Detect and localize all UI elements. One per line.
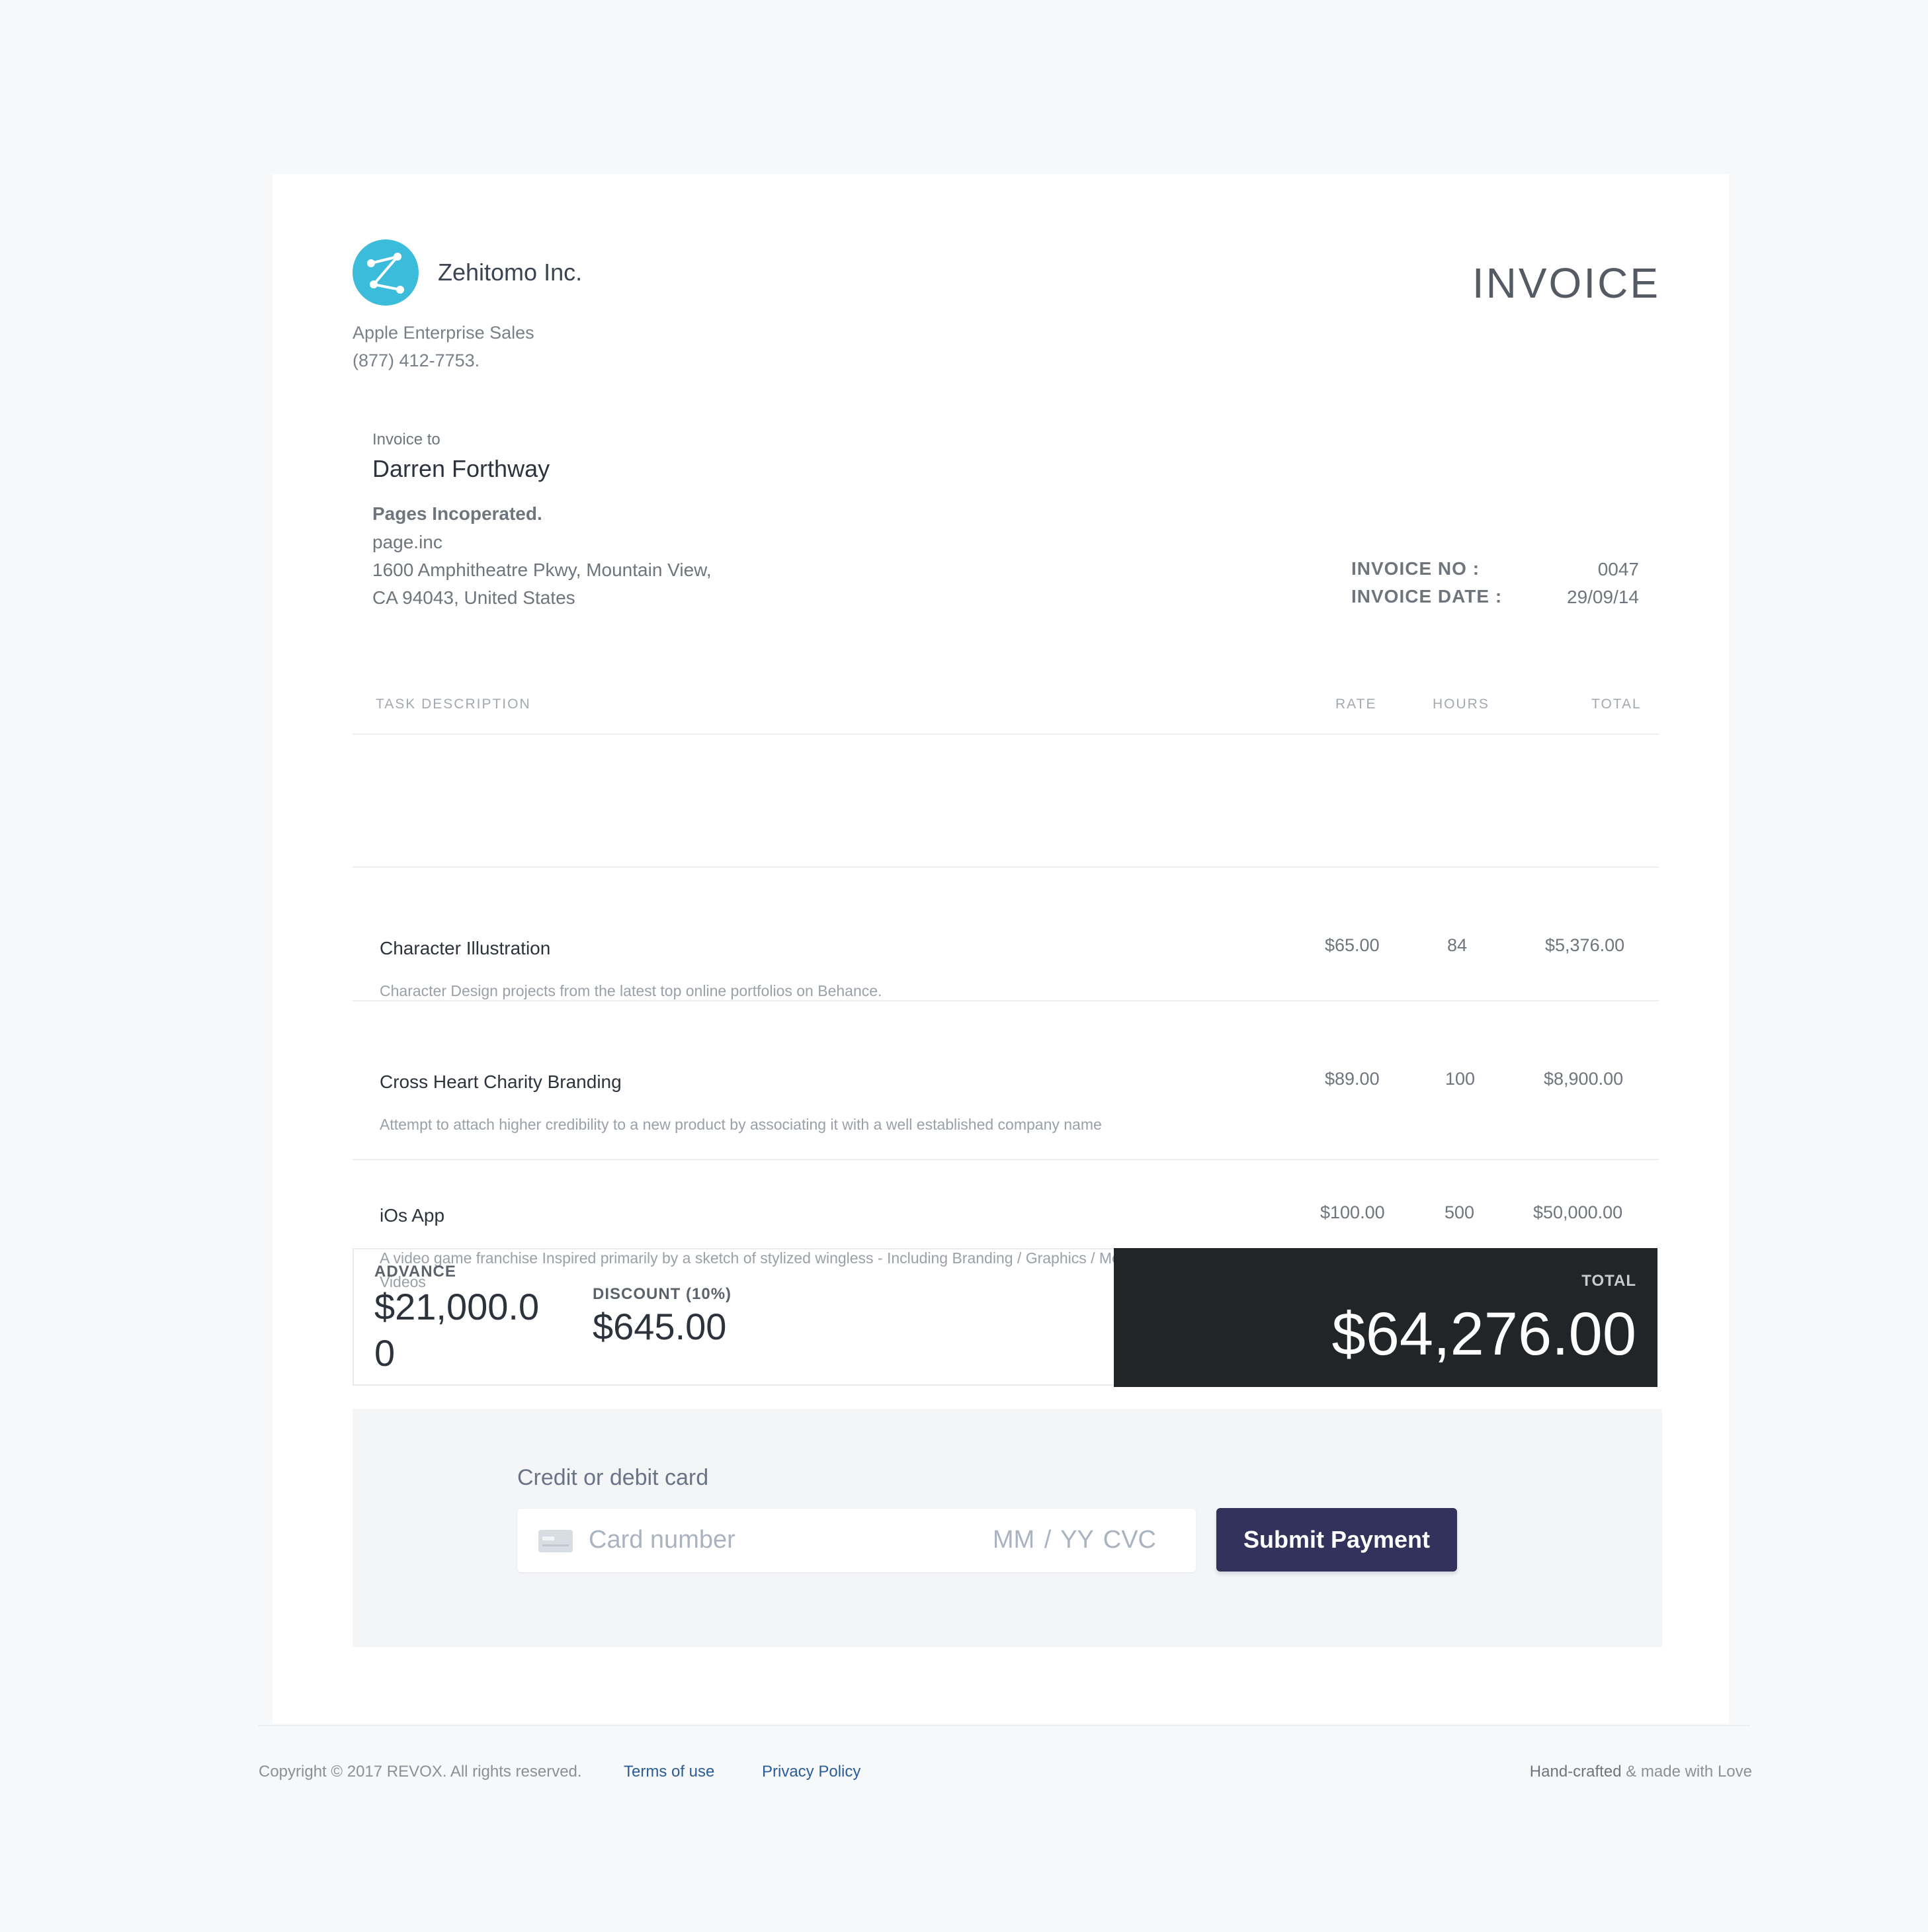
privacy-link[interactable]: Privacy Policy (762, 1763, 860, 1781)
column-header-hours: HOURS (1433, 696, 1489, 712)
client-address-line: 1600 Amphitheatre Pkwy, Mountain View, (372, 560, 712, 580)
card-number-placeholder[interactable]: Card number (589, 1526, 735, 1554)
card-digits (542, 1544, 569, 1546)
payment-panel: Credit or debit card Card number MM / YY… (353, 1409, 1662, 1647)
card-chip (542, 1536, 554, 1540)
table-divider (353, 734, 1659, 735)
total-label: TOTAL (1581, 1272, 1636, 1290)
card-input-field[interactable]: Card number MM / YY CVC (517, 1509, 1196, 1572)
column-header-rate: RATE (1335, 696, 1377, 712)
column-header-task: TASK DESCRIPTION (376, 696, 531, 712)
made-with-text: & made with Love (1626, 1763, 1752, 1781)
company-phone: (877) 412-7753. (353, 351, 480, 370)
task-rate: $89.00 (1325, 1069, 1380, 1089)
discount-label: DISCOUNT (10%) (593, 1285, 732, 1303)
task-hours: 500 (1445, 1202, 1475, 1222)
invoice-number-label: INVOICE NO : (1351, 558, 1480, 579)
payment-label: Credit or debit card (517, 1465, 709, 1490)
task-total: $5,376.00 (1545, 935, 1625, 955)
client-address-line: CA 94043, United States (372, 587, 575, 608)
task-title: Cross Heart Charity Branding (380, 1071, 622, 1092)
client-company: Pages Incoperated. (372, 503, 542, 524)
table-divider (353, 1000, 1659, 1001)
task-total: $50,000.00 (1533, 1202, 1623, 1222)
table-divider (353, 1159, 1659, 1160)
invoice-to-label: Invoice to (372, 431, 440, 448)
advance-label: ADVANCE (374, 1263, 456, 1281)
page-title: INVOICE (1472, 259, 1660, 307)
task-description: Attempt to attach higher credibility to … (380, 1116, 1102, 1133)
invoice-card: Zehitomo Inc. Apple Enterprise Sales (87… (272, 174, 1729, 1724)
task-title: iOs App (380, 1205, 445, 1226)
invoice-date-label: INVOICE DATE : (1351, 586, 1503, 607)
task-hours: 100 (1445, 1069, 1476, 1089)
advance-value: $21,000.00 (374, 1286, 540, 1374)
credit-card-icon (538, 1530, 573, 1552)
submit-payment-button[interactable]: Submit Payment (1216, 1508, 1457, 1572)
company-logo-icon (353, 239, 419, 306)
task-title: Character Illustration (380, 938, 551, 958)
column-header-total: TOTAL (1591, 696, 1642, 712)
invoice-number-value: 0047 (1597, 559, 1639, 579)
task-total: $8,900.00 (1544, 1069, 1624, 1089)
task-description: Character Design projects from the lates… (380, 982, 882, 999)
discount-value: $645.00 (593, 1306, 727, 1347)
client-name: Darren Forthway (372, 455, 550, 482)
invoice-date-value: 29/09/14 (1567, 587, 1639, 607)
footer-copyright: Copyright © 2017 REVOX. All rights reser… (259, 1763, 582, 1781)
footer-credit: Hand-crafted & made with Love (1530, 1763, 1752, 1781)
total-value: $64,276.00 (1331, 1300, 1636, 1368)
invoice-summary: ADVANCE $21,000.00 DISCOUNT (10%) $645.0… (353, 1248, 1657, 1387)
expiry-cvc-placeholder[interactable]: MM / YY CVC (993, 1526, 1156, 1554)
task-rate: $65.00 (1325, 935, 1380, 955)
table-divider (353, 866, 1659, 868)
footer-divider (258, 1725, 1750, 1726)
total-panel: TOTAL $64,276.00 (1114, 1248, 1657, 1387)
handcrafted-text: Hand-crafted (1529, 1763, 1622, 1781)
company-name: Zehitomo Inc. (438, 259, 583, 286)
terms-link[interactable]: Terms of use (624, 1763, 714, 1781)
client-website: page.inc (372, 532, 442, 552)
task-rate: $100.00 (1320, 1202, 1385, 1222)
task-hours: 84 (1447, 935, 1468, 955)
company-department: Apple Enterprise Sales (353, 323, 534, 343)
